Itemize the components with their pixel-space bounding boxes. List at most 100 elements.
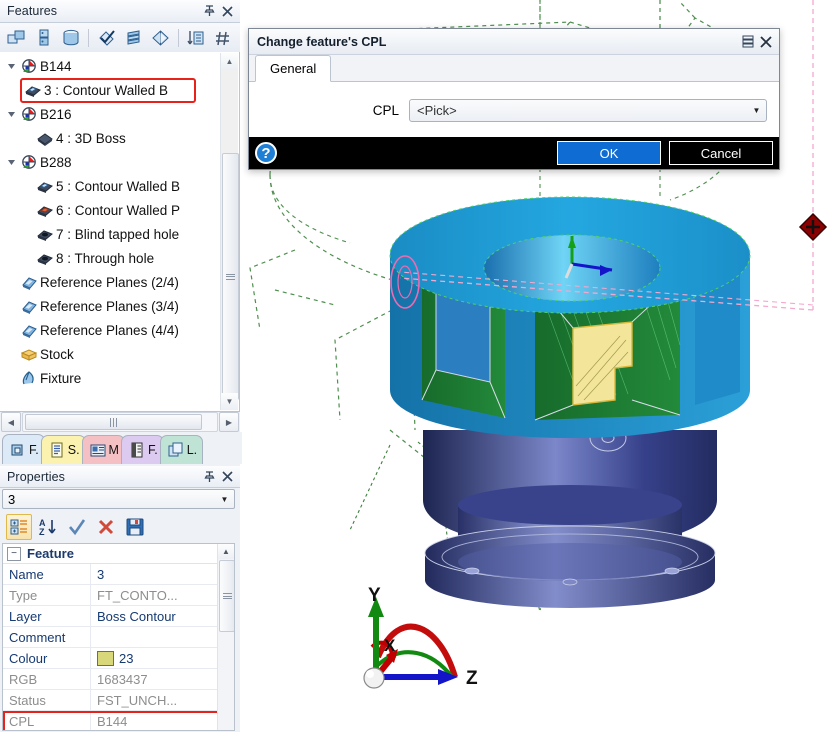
properties-grid-scrollbar[interactable]: ▲ — [217, 544, 234, 730]
tree-item[interactable]: 8 : Through hole — [0, 246, 239, 270]
property-row[interactable]: RGB 1683437 — [3, 669, 234, 690]
tree-item[interactable]: 7 : Blind tapped hole — [0, 222, 239, 246]
tree-item[interactable]: 5 : Contour Walled B — [0, 174, 239, 198]
properties-group-header[interactable]: − Feature — [3, 544, 234, 564]
scroll-up-icon[interactable]: ▲ — [218, 544, 234, 559]
contour-walled-pocket-icon — [34, 201, 56, 219]
scroll-down-icon[interactable]: ▼ — [221, 393, 238, 410]
dock-tab-1[interactable]: S. — [40, 435, 86, 464]
property-value: 23 — [119, 650, 134, 666]
tree-item[interactable]: Reference Planes (2/4) — [0, 270, 239, 294]
dialog-menu-icon[interactable] — [739, 33, 757, 51]
property-key: Name — [3, 564, 91, 584]
cpl-combobox[interactable]: <Pick> ▼ — [409, 98, 767, 122]
hscroll-thumb[interactable] — [25, 414, 202, 430]
property-key: CPL — [3, 711, 91, 730]
collapse-group-icon[interactable]: − — [7, 546, 21, 561]
chevron-down-icon[interactable]: ▼ — [217, 492, 232, 507]
reference-plane-icon — [18, 273, 40, 291]
property-row[interactable]: Type FT_CONTO... — [3, 585, 234, 606]
close-icon[interactable] — [218, 2, 236, 20]
expander-icon[interactable] — [4, 155, 18, 169]
cancel-x-icon[interactable] — [93, 514, 119, 540]
sort-features-icon[interactable] — [184, 25, 209, 51]
scrollbar-thumb[interactable] — [219, 560, 234, 632]
left-dock: Features B144 3: Contour Walled B B216 … — [0, 0, 242, 732]
property-row[interactable]: Status FST_UNCH... — [3, 690, 234, 711]
check-feature-icon[interactable] — [94, 25, 119, 51]
features-toolbar — [0, 23, 240, 54]
tree-item[interactable]: Fixture — [0, 366, 239, 390]
ok-button[interactable]: OK — [557, 141, 661, 165]
dock-tabstrip[interactable]: F. S. M F. L. — [0, 432, 242, 464]
property-row[interactable]: Comment — [3, 627, 234, 648]
tree-item[interactable]: B144 — [0, 54, 239, 78]
property-row[interactable]: CPL B144 — [3, 711, 234, 730]
property-value-cell[interactable]: 1683437 — [91, 669, 234, 689]
dock-tab-label: L. — [186, 443, 198, 457]
dock-tab-2[interactable]: M — [81, 435, 125, 464]
tree-item-selected[interactable]: 3 : Contour Walled B — [20, 77, 196, 103]
axis-label-z: Z — [466, 668, 478, 689]
scrollbar-thumb[interactable] — [222, 153, 239, 400]
hscroll-track[interactable] — [22, 412, 218, 432]
tree-item[interactable]: B288 — [0, 150, 239, 174]
save-disk-icon[interactable] — [122, 514, 148, 540]
property-value-cell[interactable]: 23 — [91, 648, 234, 668]
apply-check-icon[interactable] — [64, 514, 90, 540]
dock-tab-0[interactable]: F. — [2, 434, 45, 464]
tree-item[interactable]: B216 — [0, 102, 239, 126]
property-value-cell[interactable]: Boss Contour — [91, 606, 234, 626]
property-value-cell[interactable]: FST_UNCH... — [91, 690, 234, 710]
property-value-cell[interactable]: B144 — [91, 711, 234, 730]
property-value-cell[interactable]: FT_CONTO... — [91, 585, 234, 605]
properties-object-selector[interactable]: 3 ▼ — [2, 489, 235, 509]
properties-selector-value: 3 — [8, 491, 16, 507]
cpl-icon — [18, 105, 40, 123]
tree-item[interactable]: 3 : Contour Walled B — [0, 77, 239, 103]
help-icon[interactable]: ? — [255, 142, 277, 164]
tree-item[interactable]: Reference Planes (3/4) — [0, 294, 239, 318]
new-feature-icon[interactable] — [4, 25, 29, 51]
dock-tab-4[interactable]: L. — [159, 435, 204, 464]
mirror-feature-icon[interactable] — [148, 25, 173, 51]
scroll-right-icon[interactable]: ▶ — [219, 412, 239, 432]
property-value-cell[interactable]: 3 — [91, 564, 234, 584]
dock-tab-3[interactable]: F. — [120, 435, 164, 464]
categorized-view-icon[interactable] — [6, 514, 32, 540]
feature-tree-scrollbar[interactable]: ▲ ▼ — [220, 53, 239, 410]
close-icon[interactable] — [218, 468, 236, 486]
delete-feature-icon[interactable] — [58, 25, 83, 51]
dialog-titlebar: Change feature's CPL — [249, 29, 779, 55]
property-row[interactable]: Name 3 — [3, 564, 234, 585]
reorder-features-icon[interactable] — [121, 25, 146, 51]
cancel-button[interactable]: Cancel — [669, 141, 773, 165]
axis-triad: Y Z X — [363, 585, 478, 689]
tree-item[interactable]: 4 : 3D Boss — [0, 126, 239, 150]
scroll-up-icon[interactable]: ▲ — [221, 53, 238, 70]
svg-text:Z: Z — [39, 527, 45, 536]
expander-icon[interactable] — [4, 59, 18, 73]
fixture-icon — [18, 369, 40, 387]
close-icon[interactable] — [757, 33, 775, 51]
expander-icon[interactable] — [4, 107, 18, 121]
tree-item[interactable]: Stock — [0, 342, 239, 366]
alphabetic-sort-icon[interactable]: A Z — [35, 514, 61, 540]
property-value-cell[interactable] — [91, 627, 234, 647]
tab-general[interactable]: General — [255, 55, 332, 82]
property-row[interactable]: Colour 23 — [3, 648, 234, 669]
pin-icon[interactable] — [200, 468, 218, 486]
properties-grid[interactable]: − Feature Name 3 Type FT_CONTO... Layer Boss … — [2, 543, 235, 731]
renumber-features-icon[interactable] — [211, 25, 236, 51]
property-row[interactable]: Layer Boss Contour — [3, 606, 234, 627]
scroll-left-icon[interactable]: ◀ — [1, 412, 21, 432]
dialog-tabrow[interactable]: General — [249, 55, 779, 82]
feature-properties-icon[interactable] — [31, 25, 56, 51]
feature-tree[interactable]: B144 3 : Contour Walled B B216 4 : 3D Boss B… — [0, 52, 240, 412]
chevron-down-icon[interactable]: ▼ — [749, 103, 764, 118]
tree-item[interactable]: Reference Planes (4/4) — [0, 318, 239, 342]
pin-icon[interactable] — [200, 2, 218, 20]
tree-item[interactable]: 6 : Contour Walled P — [0, 198, 239, 222]
change-feature-cpl-dialog[interactable]: Change feature's CPL General CPL <Pick> — [248, 28, 780, 170]
feature-tree-hscrollbar[interactable]: ◀ ▶ — [0, 412, 240, 432]
